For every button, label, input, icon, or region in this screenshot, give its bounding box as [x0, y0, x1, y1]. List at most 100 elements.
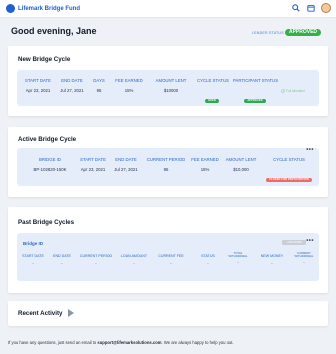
cell-days: 95 — [96, 88, 102, 93]
active-col-start: START DATE Apr 23, 2021 — [79, 157, 107, 172]
greeting-row: Good evening, Jane LENDER STATUS APPROVE… — [0, 18, 336, 44]
active-col-fee: FEE EARNED 15% — [189, 157, 221, 172]
active-col-amount: AMOUNT LENT $10,000 — [223, 157, 259, 172]
cell-end-date: Jul 27, 2021 — [60, 88, 84, 93]
new-col-fee: FEE EARNED 15% — [115, 78, 143, 93]
cell-current-period: 95 — [163, 167, 169, 172]
past-col: CURRENT WITHDRAWAL - — [291, 251, 317, 266]
cell-value: - — [271, 261, 273, 266]
column-header: END DATE — [115, 157, 137, 162]
past-cycles-title: Past Bridge Cycles — [18, 219, 75, 226]
cell-fee-earned: 15% — [124, 88, 134, 93]
column-header: CURRENT FEE — [158, 254, 184, 258]
cell-amount-lent: $10,000 — [233, 167, 249, 172]
cell-value: - — [32, 261, 34, 266]
cell-bridge-id: BP-102820-150K — [33, 167, 67, 172]
column-header: BRIDGE ID — [39, 157, 61, 162]
new-cycle-panel: START DATE Apr 23, 2021 END DATE Jul 27,… — [17, 70, 319, 106]
new-col-days: DAYS 95 — [91, 78, 107, 93]
check-circle-icon — [281, 89, 285, 93]
new-col-end: END DATE Jul 27, 2021 — [59, 78, 85, 93]
avatar[interactable] — [321, 3, 331, 13]
cell-fee-earned: 15% — [200, 167, 210, 172]
past-col: TOTAL WITHDRAWAL - — [227, 251, 249, 266]
new-col-cycle-status: CYCLE STATUS OPEN — [197, 78, 229, 106]
brand-name: Lifemark Bridge Fund — [18, 5, 81, 12]
search-icon[interactable] — [291, 3, 301, 13]
column-header: START DATE — [22, 254, 44, 258]
past-col: NEW MONEY - — [259, 254, 285, 266]
new-col-participant-status: PARTICIPANT STATUS APPROVED — [233, 78, 279, 106]
new-col-amount: AMOUNT LENT $10000 — [153, 78, 189, 93]
support-email-link[interactable]: support@lifemarksolutions.com — [97, 340, 161, 345]
top-nav-bar: Lifemark Bridge Fund — [0, 0, 336, 18]
column-header: AMOUNT LENT — [225, 157, 257, 162]
past-col: START DATE - — [21, 254, 45, 266]
new-bridge-cycle-card: New Bridge Cycle START DATE Apr 23, 2021… — [8, 46, 328, 116]
calendar-icon[interactable] — [306, 3, 316, 13]
cell-value: - — [61, 261, 63, 266]
column-header: CURRENT PERIOD — [146, 157, 186, 162]
past-col: CURRENT PERIOD - — [79, 254, 113, 266]
past-cycles-panel: Bridge ID + REGISTER ••• START DATE - EN… — [17, 233, 319, 281]
column-header: CURRENT WITHDRAWAL — [294, 251, 314, 259]
cell-value: - — [237, 260, 239, 266]
bridge-id-heading: Bridge ID — [23, 241, 44, 246]
column-header: PARTICIPANT STATUS — [233, 78, 279, 83]
column-header: FEE EARNED — [191, 157, 219, 162]
past-col: STATUS - — [197, 254, 219, 266]
column-header: LOAN AMOUNT — [120, 254, 148, 258]
footer-suffix: . We are always happy to help you out. — [161, 340, 234, 345]
active-bridge-cycle-card: Active Bridge Cycle ••• BRIDGE ID BP-102… — [8, 127, 328, 197]
column-header: FEE EARNED — [115, 78, 143, 83]
active-cycle-title: Active Bridge Cycle — [18, 136, 77, 143]
past-col: CURRENT FEE - — [157, 254, 185, 266]
column-header: END DATE — [53, 254, 71, 258]
cell-amount-lent: $10000 — [163, 88, 179, 93]
cell-start-date: Apr 23, 2021 — [25, 88, 51, 93]
column-header: START DATE — [25, 78, 51, 83]
recent-activity-title: Recent Activity — [18, 310, 63, 317]
lender-status-badge: APPROVED — [285, 29, 321, 36]
past-bridge-cycles-card: Past Bridge Cycles Bridge ID + REGISTER … — [8, 207, 328, 293]
column-header: END DATE — [61, 78, 83, 83]
cycle-status-badge: OPEN — [205, 99, 219, 103]
column-header: CURRENT PERIOD — [79, 254, 113, 258]
more-options-icon[interactable]: ••• — [306, 238, 314, 244]
column-header: CYCLE STATUS — [197, 78, 229, 83]
column-header: CYCLE STATUS — [273, 157, 305, 162]
active-cycle-panel: ••• BRIDGE ID BP-102820-150K START DATE … — [17, 147, 319, 186]
active-col-end: END DATE Jul 27, 2021 — [113, 157, 139, 172]
brand-logo[interactable]: Lifemark Bridge Fund — [6, 4, 80, 13]
column-header: NEW MONEY — [260, 254, 284, 258]
top-actions — [291, 3, 331, 13]
lender-status-label: LENDER STATUS — [252, 31, 284, 35]
cell-end-date: Jul 27, 2021 — [114, 167, 138, 172]
column-header: TOTAL WITHDRAWAL — [228, 251, 248, 259]
cell-value: - — [133, 261, 135, 266]
cell-value: - — [303, 260, 305, 266]
column-header: STATUS — [201, 254, 215, 258]
cell-value: - — [170, 261, 172, 266]
footer-help-text: If you have any questions, just send an … — [8, 340, 234, 345]
logo-mark-icon — [6, 4, 15, 13]
column-header: START DATE — [80, 157, 106, 162]
active-col-period: CURRENT PERIOD 95 — [145, 157, 187, 172]
participant-status-badge: APPROVED — [244, 99, 266, 103]
play-triangle-icon[interactable] — [68, 309, 74, 317]
column-header: DAYS — [93, 78, 105, 83]
recent-activity-card[interactable]: Recent Activity — [8, 301, 328, 326]
page-title: Good evening, Jane — [11, 26, 97, 36]
register-button[interactable]: + REGISTER — [282, 240, 306, 245]
active-col-cycle-status: CYCLE STATUS CLOSED FOR PARTICIPATION — [263, 157, 315, 185]
cell-value: - — [207, 261, 209, 266]
more-options-icon[interactable]: ••• — [306, 147, 314, 153]
column-header: AMOUNT LENT — [155, 78, 187, 83]
fully-allocated-text: Full allocated — [286, 89, 305, 93]
new-col-start: START DATE Apr 23, 2021 — [25, 78, 51, 93]
past-col: END DATE - — [51, 254, 73, 266]
cell-value: - — [95, 261, 97, 266]
cell-start-date: Apr 23, 2021 — [80, 167, 106, 172]
fully-allocated-indicator: Full allocated — [281, 89, 305, 93]
footer-prefix: If you have any questions, just send an … — [8, 340, 98, 345]
